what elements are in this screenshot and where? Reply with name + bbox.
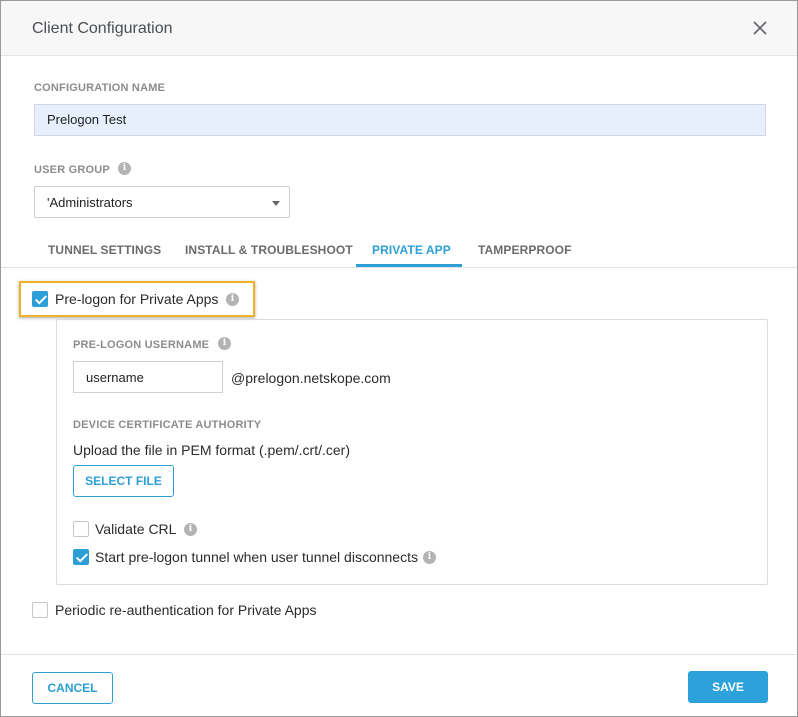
prelogon-label: Pre-logon for Private Apps <box>55 291 219 307</box>
tab-private-app[interactable]: PRIVATE APP <box>372 243 451 257</box>
periodic-reauth-label: Periodic re-authentication for Private A… <box>55 602 317 618</box>
info-icon[interactable]: i <box>423 551 436 564</box>
dialog-title: Client Configuration <box>32 20 173 37</box>
footer-divider <box>1 654 797 655</box>
close-icon[interactable] <box>749 17 771 39</box>
prelogon-username-label: PRE-LOGON USERNAME <box>73 339 210 351</box>
info-icon[interactable]: i <box>118 162 131 175</box>
configuration-name-label: CONFIGURATION NAME <box>34 82 166 94</box>
info-icon[interactable]: i <box>218 337 231 350</box>
user-group-select[interactable]: 'Administrators <box>34 186 290 218</box>
info-icon[interactable]: i <box>226 293 239 306</box>
select-file-button[interactable]: SELECT FILE <box>73 465 174 497</box>
save-button[interactable]: SAVE <box>688 671 768 703</box>
start-tunnel-label: Start pre-logon tunnel when user tunnel … <box>95 549 418 565</box>
start-tunnel-checkbox[interactable] <box>73 549 89 565</box>
active-tab-indicator <box>356 264 462 267</box>
validate-crl-checkbox[interactable] <box>73 521 89 537</box>
device-certificate-authority-label: DEVICE CERTIFICATE AUTHORITY <box>73 419 262 431</box>
prelogon-username-input[interactable]: username <box>73 361 223 393</box>
client-configuration-dialog: Client Configuration CONFIGURATION NAME … <box>0 0 798 717</box>
validate-crl-label: Validate CRL <box>95 521 177 537</box>
chevron-down-icon <box>272 201 280 206</box>
configuration-name-input[interactable]: Prelogon Test <box>34 104 766 136</box>
dialog-header: Client Configuration <box>1 1 797 56</box>
prelogon-checkbox[interactable] <box>32 291 48 307</box>
tab-bar: TUNNEL SETTINGS INSTALL & TROUBLESHOOT P… <box>1 233 797 268</box>
tab-tunnel-settings[interactable]: TUNNEL SETTINGS <box>48 243 161 257</box>
info-icon[interactable]: i <box>184 523 197 536</box>
user-group-label: USER GROUP <box>34 164 110 176</box>
tab-install-troubleshoot[interactable]: INSTALL & TROUBLESHOOT <box>185 243 353 257</box>
cancel-button[interactable]: CANCEL <box>32 672 113 704</box>
periodic-reauth-checkbox[interactable] <box>32 602 48 618</box>
user-group-selected-value: 'Administrators <box>47 195 133 210</box>
pem-format-hint: Upload the file in PEM format (.pem/.crt… <box>73 442 350 458</box>
username-domain-suffix: @prelogon.netskope.com <box>231 370 391 386</box>
tab-tamperproof[interactable]: TAMPERPROOF <box>478 243 572 257</box>
